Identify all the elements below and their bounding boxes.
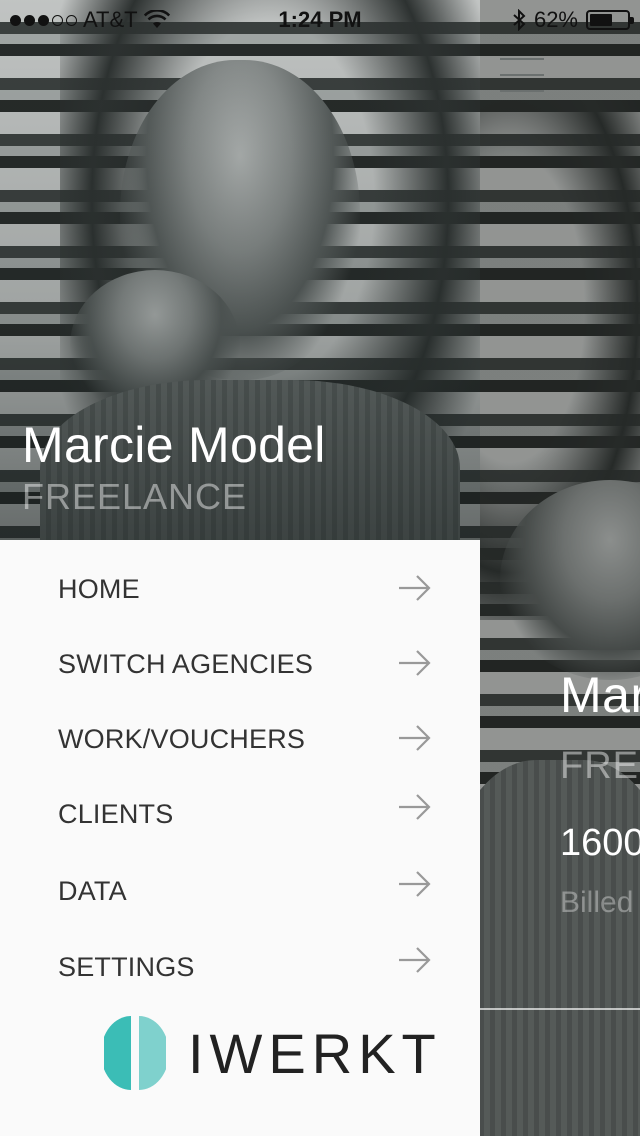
main-photo-shade [480,0,640,1136]
menu-item-data[interactable]: DATA [0,850,480,920]
menu-item-home[interactable]: HOME [0,548,480,618]
menu-item-settings[interactable]: SETTINGS [0,926,480,996]
menu-item-label: SETTINGS [58,952,195,982]
arrow-right-icon [399,794,431,820]
menu-item-label: HOME [58,574,140,604]
menu-item-label: SWITCH AGENCIES [58,649,314,679]
navigation-drawer: Marcie Model FREELANCE HOME SWITCH AGENC… [0,0,480,1136]
main-profile-role: FREE [560,745,640,787]
menu-item-label: CLIENTS [58,799,174,829]
battery-icon [586,10,634,30]
battery-percent: 62% [533,7,578,32]
main-amount-value: 1600 [560,822,640,864]
menu-item-work-vouchers[interactable]: WORK/VOUCHERS [0,698,480,768]
main-profile-name: Mar [560,667,640,723]
profile-role: FREELANCE [22,476,248,517]
iwerkt-logo-mark-icon [104,1016,166,1090]
battery-fill [590,14,613,26]
arrow-right-icon [399,947,431,973]
arrow-right-icon [399,575,431,601]
menu-item-label: DATA [58,876,127,906]
drawer-profile-header: Marcie Model FREELANCE [0,0,480,540]
iwerkt-logo: IWERKT [104,1014,442,1092]
profile-name: Marcie Model [22,417,326,473]
menu-item-clients[interactable]: CLIENTS [0,773,480,843]
hamburger-menu-icon[interactable] [500,58,544,96]
drawer-menu: HOME SWITCH AGENCIES WORK/VOUCHERS CLIEN… [0,540,480,1136]
main-screen[interactable]: Mar FREE 1600 Billed [480,0,640,1136]
menu-item-switch-agencies[interactable]: SWITCH AGENCIES [0,623,480,693]
arrow-right-icon [399,871,431,897]
arrow-right-icon [399,650,431,676]
status-bar: AT&T 1:24 PM 62% [0,0,640,40]
status-right: 62% [512,7,634,33]
bluetooth-icon [513,9,526,31]
menu-item-label: WORK/VOUCHERS [58,724,306,754]
main-billed-label: Billed [560,886,634,919]
main-divider [480,1008,640,1010]
arrow-right-icon [399,725,431,751]
logo-text: IWERKT [188,1021,442,1085]
